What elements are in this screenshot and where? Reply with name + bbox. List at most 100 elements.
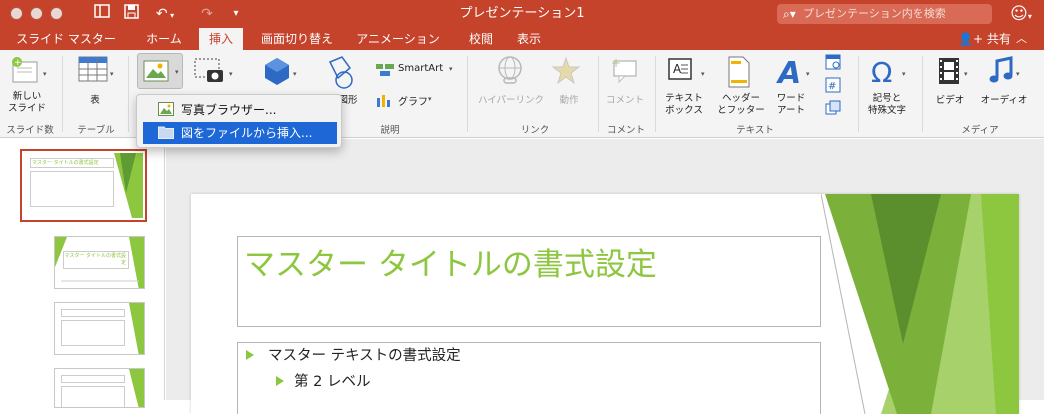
music-note-icon — [989, 56, 1013, 83]
table-label: 表 — [90, 95, 100, 106]
share-label: 共有 — [986, 32, 1011, 46]
slide-title-text: マスター タイトルの書式設定 — [244, 247, 657, 283]
hyperlink-button[interactable] — [496, 56, 526, 90]
calendar-icon — [825, 54, 841, 70]
search-input[interactable]: ⌕▾ プレゼンテーション内を検索 — [777, 4, 992, 24]
wordart-label: ワード アート — [776, 93, 806, 116]
ribbon-tabs: スライド マスター ホーム 挿入 画面切り替え アニメーション 校閲 表示 👤+… — [0, 28, 1044, 50]
redo-icon[interactable]: ↷ — [198, 4, 216, 24]
bullet-arrow-icon — [276, 376, 284, 386]
shapes-icon — [328, 56, 353, 89]
collapse-ribbon-icon[interactable]: ︿ — [1016, 28, 1027, 50]
action-button[interactable] — [551, 56, 584, 90]
body-level-2-text: 第 2 レベル — [294, 374, 371, 390]
svg-text:A: A — [673, 62, 682, 76]
film-video-icon — [939, 58, 959, 84]
menu-item-photo-browser-label: 写真ブラウザー... — [181, 103, 277, 117]
chart-label: グラフ — [398, 97, 428, 108]
3d-models-button[interactable]: ▾ — [262, 56, 298, 90]
picture-dropdown-menu: 写真ブラウザー... 図をファイルから挿入... — [136, 94, 342, 148]
textbox-button[interactable]: A ▾ — [667, 56, 705, 88]
group-label-comments: コメント — [606, 125, 645, 136]
search-placeholder: プレゼンテーション内を検索 — [803, 7, 946, 20]
group-label-text: テキスト — [736, 125, 774, 136]
minimize-window-button[interactable] — [30, 7, 43, 20]
share-icon: 👤+ — [958, 32, 983, 46]
smartart-icon — [376, 64, 394, 76]
layout-thumbnail-3[interactable] — [54, 368, 145, 408]
new-slide-label: 新しい スライド — [7, 91, 46, 114]
object-button[interactable] — [825, 100, 841, 120]
group-label-media: メディア — [961, 125, 999, 136]
menu-item-photo-browser[interactable]: 写真ブラウザー... — [143, 99, 337, 121]
object-icon — [825, 100, 841, 115]
smartart-button[interactable]: SmartArt ▾ — [376, 62, 460, 81]
tab-home[interactable]: ホーム — [136, 28, 192, 50]
screenshot-button[interactable]: ▾ — [193, 56, 239, 90]
globe-link-icon — [498, 56, 522, 84]
comment-icon: + — [611, 56, 637, 84]
smartart-label: SmartArt — [398, 63, 444, 74]
chart-button[interactable]: グラフ ▾ — [376, 92, 460, 111]
sidebar-toggle-icon[interactable] — [92, 4, 112, 24]
slide-number-icon: # — [825, 77, 841, 93]
picture-button[interactable]: ▾ — [137, 53, 183, 89]
photo-browser-icon — [158, 102, 174, 116]
layout-thumbnail-1[interactable]: マスター タイトルの書式設定 — [54, 236, 145, 289]
zoom-window-button[interactable] — [50, 7, 63, 20]
svg-text:+: + — [611, 56, 621, 70]
table-button[interactable] — [78, 56, 110, 86]
header-footer-button[interactable] — [727, 56, 755, 92]
slide-number-button[interactable]: # — [825, 77, 841, 97]
svg-text:+: + — [14, 58, 22, 68]
symbol-button[interactable]: Ω ▾ — [868, 56, 906, 92]
slide-master[interactable]: マスター タイトルの書式設定 マスター テキストの書式設定 第 2 レベル — [191, 194, 1019, 414]
slide-editing-area: マスター タイトルの書式設定 マスター テキストの書式設定 第 2 レベル — [166, 139, 1044, 414]
master-thumbnail[interactable]: マスター タイトルの書式設定 — [20, 149, 147, 222]
shapes-button[interactable] — [324, 56, 362, 94]
wordart-button[interactable]: A ▾ — [776, 56, 810, 92]
video-label: ビデオ — [935, 95, 965, 106]
tab-slide-master[interactable]: スライド マスター — [10, 28, 122, 50]
new-slide-button[interactable]: + — [10, 56, 44, 88]
feedback-smiley-icon[interactable]: ☺▾ — [1006, 3, 1036, 25]
layout-thumbnail-2[interactable] — [54, 302, 145, 355]
thumb-master-title: マスター タイトルの書式設定 — [30, 158, 114, 168]
svg-text:Ω: Ω — [871, 56, 892, 88]
wordart-icon: A — [776, 56, 801, 91]
hyperlink-label: ハイパーリンク — [477, 95, 545, 106]
tab-review[interactable]: 校閲 — [462, 28, 500, 50]
date-time-button[interactable] — [825, 54, 841, 74]
tab-insert[interactable]: 挿入 — [199, 28, 243, 50]
customize-toolbar-icon[interactable]: ▾ — [228, 4, 244, 24]
undo-icon[interactable]: ↶ ▾ — [153, 4, 177, 24]
slide-green-decoration — [821, 194, 1019, 414]
body-placeholder[interactable]: マスター テキストの書式設定 第 2 レベル — [237, 342, 821, 414]
action-label: 動作 — [559, 95, 579, 106]
save-icon[interactable] — [121, 4, 141, 24]
video-button[interactable]: ▾ — [936, 56, 968, 90]
omega-icon: Ω — [871, 56, 892, 89]
share-button[interactable]: 👤+ 共有 — [958, 28, 1011, 50]
bullet-arrow-icon — [246, 350, 254, 360]
audio-button[interactable]: ▾ — [988, 56, 1020, 90]
menu-item-picture-from-file[interactable]: 図をファイルから挿入... — [143, 122, 337, 144]
comment-label: コメント — [605, 95, 644, 106]
svg-text:#: # — [828, 81, 836, 92]
close-window-button[interactable] — [10, 7, 23, 20]
symbol-label: 記号と 特殊文字 — [867, 93, 906, 116]
header-footer-icon — [728, 56, 750, 88]
textbox-label: テキスト ボックス — [665, 93, 703, 116]
search-icon: ⌕▾ — [783, 7, 796, 21]
tab-animations[interactable]: アニメーション — [348, 28, 448, 50]
new-slide-icon: + — [12, 57, 38, 83]
body-level-1-text: マスター テキストの書式設定 — [268, 348, 461, 364]
title-placeholder[interactable]: マスター タイトルの書式設定 — [237, 236, 821, 327]
group-label-illustrations: 説明 — [380, 125, 400, 136]
header-footer-label: ヘッダー とフッター — [717, 93, 765, 116]
new-comment-button[interactable]: + — [610, 56, 640, 88]
slide-thumbnail-pane: マスター タイトルの書式設定 マスター タイトルの書式設定 — [0, 139, 165, 408]
tab-view[interactable]: 表示 — [510, 28, 548, 50]
title-bar: ↶ ▾ ↷ ▾ プレゼンテーション1 ⌕▾ プレゼンテーション内を検索 ☺▾ — [0, 0, 1044, 28]
tab-transitions[interactable]: 画面切り替え — [252, 28, 342, 50]
